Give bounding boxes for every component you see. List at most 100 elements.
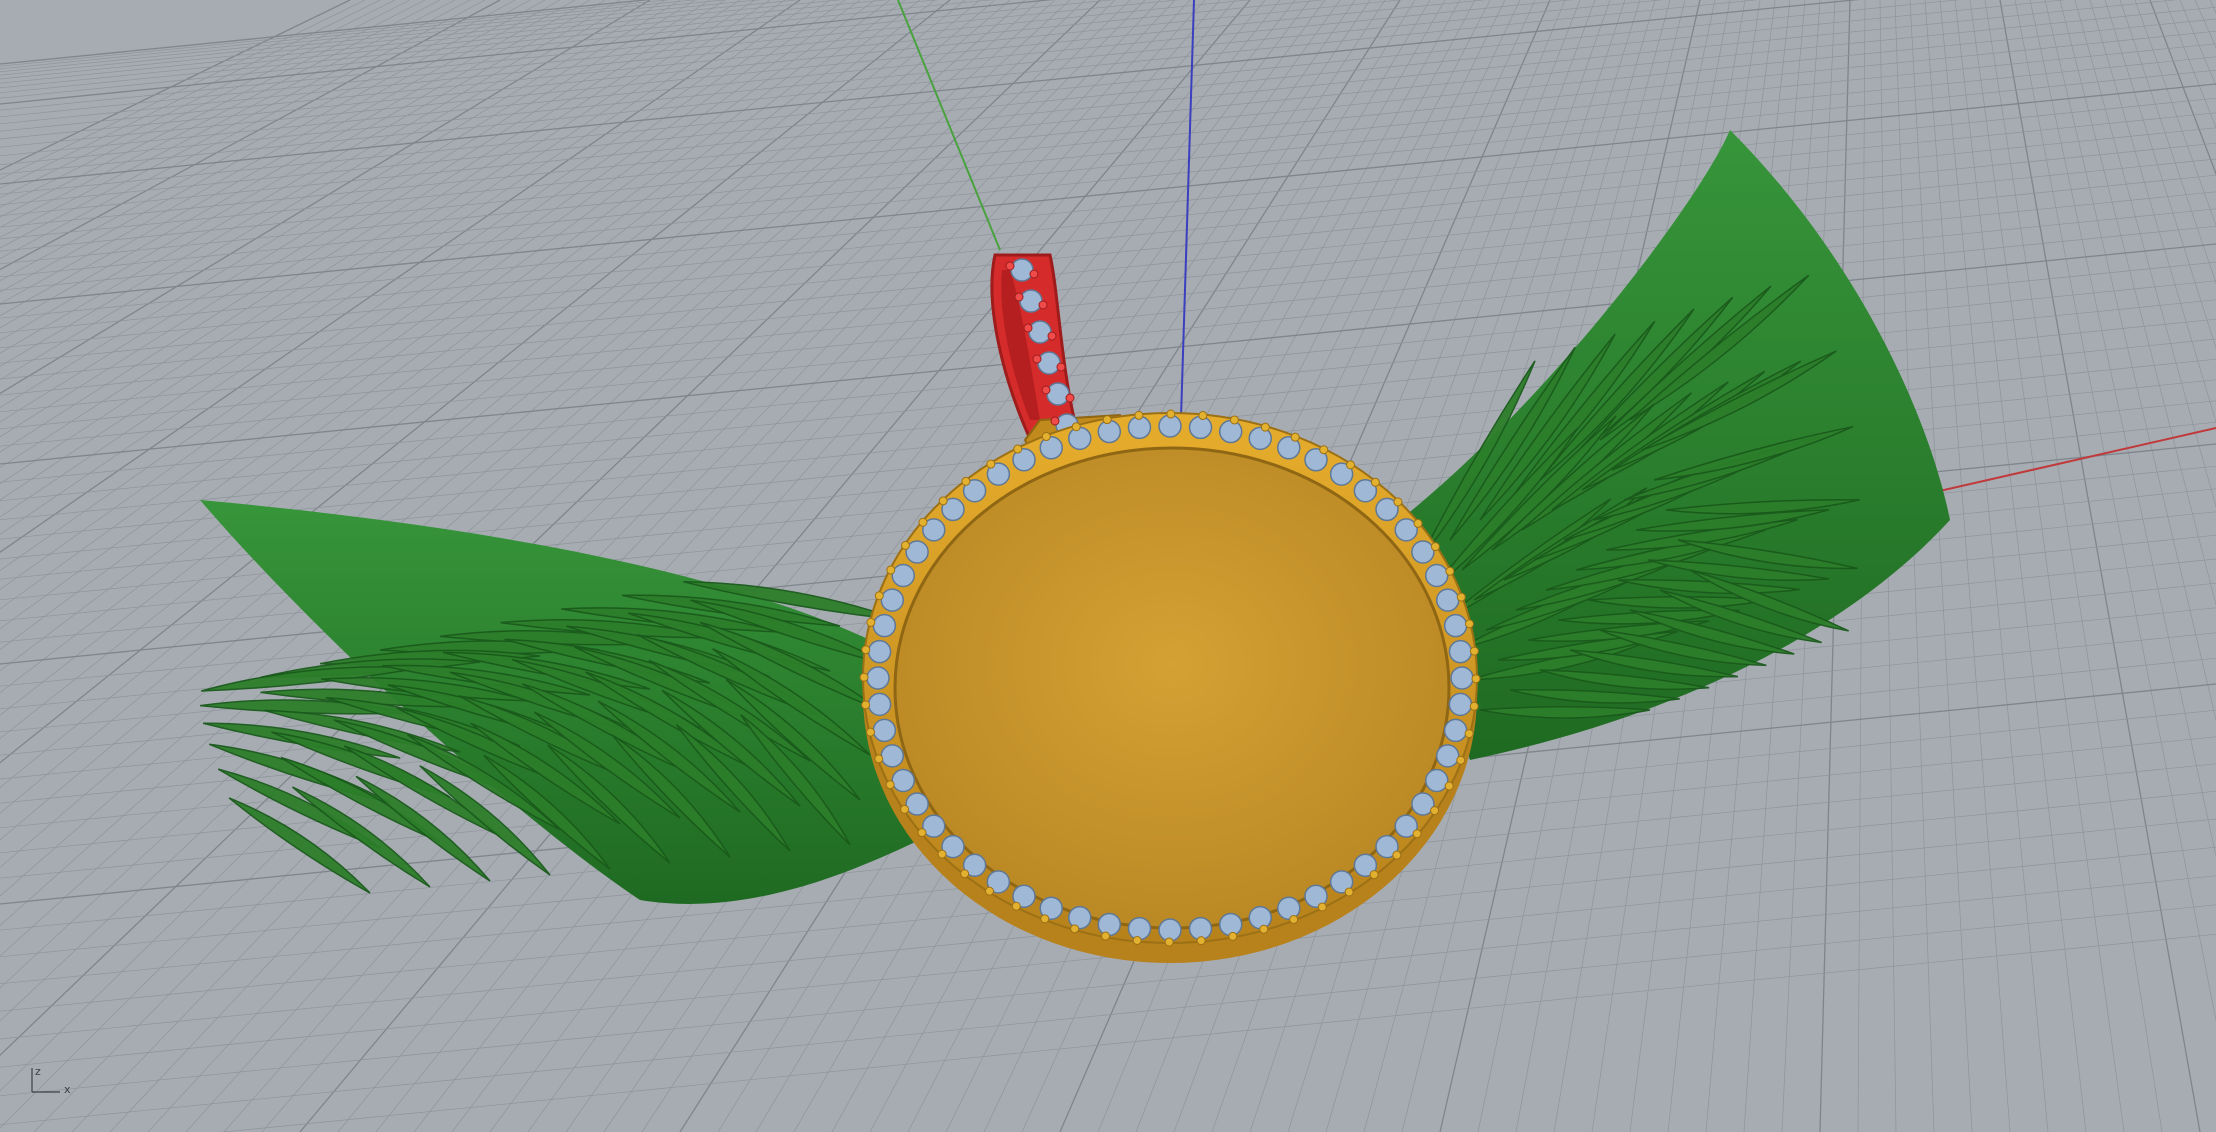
pendant-bezel[interactable] bbox=[859, 409, 1481, 963]
prong bbox=[900, 804, 910, 814]
prong bbox=[918, 517, 928, 527]
prong bbox=[1013, 444, 1023, 454]
stone bbox=[880, 588, 905, 612]
prong bbox=[1430, 542, 1440, 552]
stone bbox=[1448, 692, 1473, 717]
prong bbox=[861, 700, 871, 710]
stone bbox=[1097, 419, 1122, 444]
prong bbox=[917, 828, 927, 838]
stone bbox=[1435, 744, 1460, 768]
prong bbox=[1317, 902, 1327, 912]
prong bbox=[1469, 701, 1479, 711]
stone bbox=[872, 718, 897, 743]
bail-stone bbox=[1010, 258, 1034, 282]
stone bbox=[1218, 419, 1243, 444]
bail-prong bbox=[1038, 300, 1048, 310]
stone bbox=[867, 639, 892, 664]
bail-prong bbox=[1032, 354, 1042, 364]
prong bbox=[1464, 619, 1474, 629]
stone bbox=[1411, 540, 1435, 564]
prong bbox=[1198, 411, 1208, 421]
prong bbox=[859, 672, 869, 682]
stone bbox=[1127, 916, 1152, 941]
prong bbox=[986, 459, 996, 469]
prong bbox=[1071, 422, 1081, 432]
stone bbox=[1443, 718, 1468, 743]
stone bbox=[1097, 912, 1122, 937]
prong bbox=[1471, 674, 1481, 684]
bail-stone bbox=[1046, 382, 1070, 406]
stone bbox=[905, 792, 929, 816]
bail-prong bbox=[1050, 416, 1060, 426]
prong bbox=[1132, 935, 1142, 945]
3d-viewport[interactable]: z x bbox=[0, 0, 2216, 1132]
prong bbox=[1444, 781, 1454, 791]
prong bbox=[937, 849, 947, 859]
prong bbox=[1464, 729, 1474, 739]
prong bbox=[1469, 646, 1479, 656]
prong bbox=[861, 645, 871, 655]
bail-prong bbox=[1041, 385, 1051, 395]
prong bbox=[1393, 497, 1403, 507]
prong bbox=[1392, 850, 1402, 860]
prong bbox=[1101, 931, 1111, 941]
prong bbox=[1134, 410, 1144, 420]
stone bbox=[1068, 426, 1092, 451]
prong bbox=[1319, 445, 1329, 455]
prong bbox=[1344, 887, 1354, 897]
prong bbox=[886, 565, 896, 575]
stone bbox=[891, 768, 915, 793]
prong bbox=[1456, 755, 1466, 765]
prong bbox=[984, 886, 994, 896]
bail-prong bbox=[1029, 269, 1039, 279]
gizmo-z-label: z bbox=[35, 1065, 41, 1078]
prong bbox=[1229, 415, 1239, 425]
prong bbox=[1041, 432, 1051, 442]
prong bbox=[938, 496, 948, 506]
stone bbox=[1448, 639, 1473, 664]
stone bbox=[1435, 588, 1460, 612]
viewport-scene[interactable] bbox=[0, 0, 2216, 1132]
axis-gizmo bbox=[31, 1068, 60, 1093]
prong bbox=[1430, 806, 1440, 816]
bail-prong bbox=[1014, 292, 1024, 302]
prong bbox=[874, 591, 884, 601]
prong bbox=[866, 727, 876, 737]
prong bbox=[1370, 477, 1380, 487]
prong bbox=[900, 540, 910, 550]
prong bbox=[1289, 914, 1299, 924]
prong bbox=[1228, 931, 1238, 941]
prong bbox=[961, 476, 971, 486]
gizmo-x-label: x bbox=[64, 1083, 71, 1096]
stone bbox=[1188, 415, 1213, 440]
stone bbox=[1425, 563, 1449, 588]
stone bbox=[866, 666, 890, 690]
prong bbox=[1412, 829, 1422, 839]
stone bbox=[872, 613, 897, 638]
stone bbox=[1443, 613, 1468, 638]
prong bbox=[1413, 518, 1423, 528]
bail-prong bbox=[1047, 331, 1057, 341]
bail-stone bbox=[1019, 289, 1043, 313]
prong bbox=[1040, 914, 1050, 924]
bail-prong bbox=[1005, 261, 1015, 271]
bail-prong bbox=[1056, 362, 1066, 372]
prong bbox=[1456, 592, 1466, 602]
prong bbox=[866, 617, 876, 627]
bail-stone bbox=[1037, 351, 1061, 375]
stone bbox=[891, 563, 915, 588]
prong bbox=[885, 780, 895, 790]
prong bbox=[1346, 460, 1356, 470]
prong bbox=[960, 869, 970, 879]
stone bbox=[880, 744, 905, 768]
prong bbox=[1164, 937, 1174, 947]
prong bbox=[1445, 566, 1455, 576]
stone bbox=[1450, 666, 1474, 690]
prong bbox=[1166, 409, 1176, 419]
prong bbox=[1369, 870, 1379, 880]
stone bbox=[1425, 768, 1449, 793]
bail-prong bbox=[1065, 393, 1075, 403]
prong bbox=[874, 754, 884, 764]
prong bbox=[1196, 936, 1206, 946]
prong bbox=[1259, 924, 1269, 934]
